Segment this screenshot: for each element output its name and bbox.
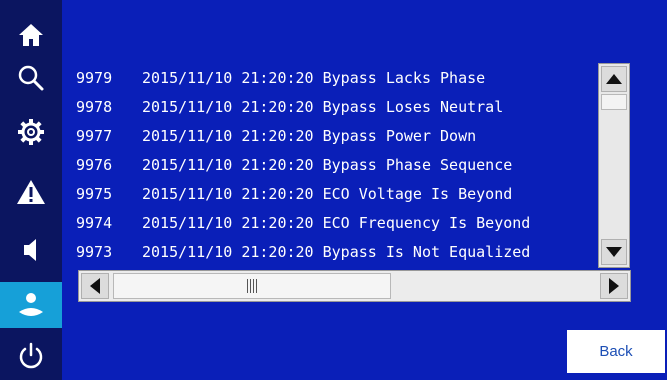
log-timestamp: 2015/11/10 21:20:20 [142, 185, 314, 203]
search-icon [18, 65, 44, 91]
log-id: 9975 [76, 185, 113, 203]
log-row[interactable]: 9974 2015/11/10 21:20:20 ECO Frequency Is… [76, 209, 598, 238]
horizontal-scrollbar[interactable] [78, 270, 631, 302]
log-message: ECO Voltage Is Beyond [322, 185, 513, 203]
scroll-left-button[interactable] [81, 273, 109, 299]
scroll-down-button[interactable] [601, 239, 627, 265]
log-timestamp: 2015/11/10 21:20:20 [142, 98, 314, 116]
arrow-left-icon [90, 278, 100, 294]
log-id: 9973 [76, 243, 113, 261]
log-message: Bypass Lacks Phase [322, 69, 486, 87]
log-id: 9976 [76, 156, 113, 174]
log-id: 9977 [76, 127, 113, 145]
horizontal-scroll-thumb[interactable] [113, 273, 391, 299]
log-row[interactable]: 9973 2015/11/10 21:20:20 Bypass Is Not Eq… [76, 238, 598, 262]
user-icon [19, 293, 43, 316]
log-timestamp: 2015/11/10 21:20:20 [142, 243, 314, 261]
search-button[interactable] [0, 55, 62, 101]
alarm-warning-icon [17, 180, 45, 204]
power-icon [19, 342, 43, 369]
log-row[interactable]: 9978 2015/11/10 21:20:20 Bypass Loses Neu… [76, 93, 598, 122]
grip-icon [247, 279, 257, 293]
vertical-scroll-thumb[interactable] [601, 94, 627, 110]
event-log-list[interactable]: 9979 2015/11/10 21:20:20 Bypass Lacks Pha… [76, 64, 598, 262]
mute-button[interactable] [0, 227, 62, 273]
home-icon [19, 24, 43, 46]
log-message: Bypass Phase Sequence [322, 156, 513, 174]
log-row[interactable]: 9979 2015/11/10 21:20:20 Bypass Lacks Pha… [76, 64, 598, 93]
alarm-button[interactable] [0, 169, 62, 215]
vertical-scrollbar[interactable] [598, 63, 630, 268]
scroll-right-button[interactable] [600, 273, 628, 299]
log-id: 9974 [76, 214, 113, 232]
arrow-right-icon [609, 278, 619, 294]
log-row[interactable]: 9976 2015/11/10 21:20:20 Bypass Phase Seq… [76, 151, 598, 180]
sidebar-nav [0, 0, 62, 380]
log-id: 9979 [76, 69, 113, 87]
gear-icon [18, 119, 44, 145]
event-log-panel: 9979 2015/11/10 21:20:20 Bypass Lacks Pha… [62, 0, 667, 380]
log-message: Bypass Power Down [322, 127, 477, 145]
log-row[interactable]: 9975 2015/11/10 21:20:20 ECO Voltage Is B… [76, 180, 598, 209]
power-button[interactable] [0, 333, 62, 379]
arrow-up-icon [606, 74, 622, 84]
log-message: Bypass Loses Neutral [322, 98, 504, 116]
log-timestamp: 2015/11/10 21:20:20 [142, 127, 314, 145]
log-timestamp: 2015/11/10 21:20:20 [142, 69, 314, 87]
settings-button[interactable] [0, 109, 62, 155]
log-id: 9978 [76, 98, 113, 116]
arrow-down-icon [606, 247, 622, 257]
user-button[interactable] [0, 282, 62, 328]
log-message: ECO Frequency Is Beyond [322, 214, 531, 232]
log-message: Bypass Is Not Equalized [322, 243, 531, 261]
log-row[interactable]: 9977 2015/11/10 21:20:20 Bypass Power Dow… [76, 122, 598, 151]
speaker-mute-icon [24, 239, 36, 261]
scroll-up-button[interactable] [601, 66, 627, 92]
log-timestamp: 2015/11/10 21:20:20 [142, 156, 314, 174]
log-timestamp: 2015/11/10 21:20:20 [142, 214, 314, 232]
back-button[interactable]: Back [567, 330, 665, 373]
home-button[interactable] [0, 12, 62, 58]
